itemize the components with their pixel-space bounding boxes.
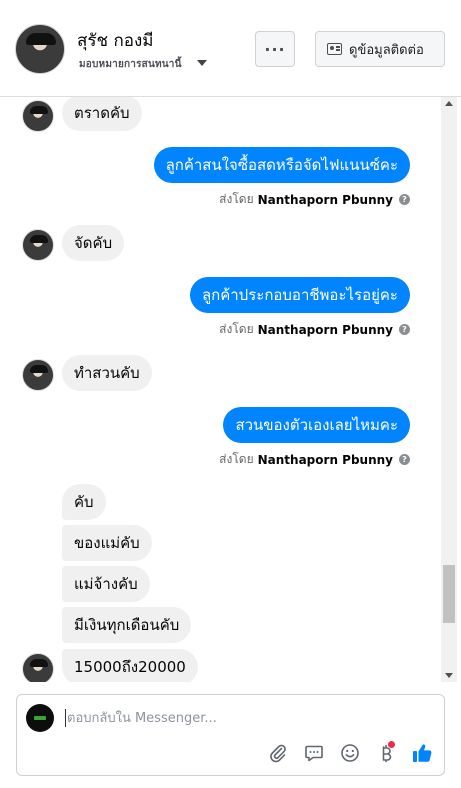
assign-conversation-label[interactable]: มอบหมายการสนทนานี้ [79,57,182,72]
incoming-message: จัดคับ [62,225,125,261]
saved-reply-icon[interactable] [303,742,325,764]
help-icon[interactable]: ? [399,454,410,465]
scroll-down-icon[interactable] [445,673,453,678]
attach-icon[interactable] [267,742,289,764]
customer-avatar-small[interactable] [22,100,54,132]
thumbs-up-icon[interactable] [411,742,433,764]
outgoing-message: ลูกค้าสนใจซื้อสดหรือจัดไฟแนนซ์คะ [153,147,410,183]
sender-name: Nanthaporn Pbunny [257,322,393,337]
incoming-message: มีเงินทุกเดือนคับ [62,607,192,643]
customer-avatar-small[interactable] [22,359,54,391]
conversation-header: สุรัช กองมี มอบหมายการสนทนานี้ ··· ดูข้อ… [0,0,461,97]
customer-avatar[interactable] [15,24,65,74]
message-thread: ตราดคับ ลูกค้าสนใจซื้อสดหรือจัดไฟแนนซ์คะ… [0,97,441,682]
view-contact-label: ดูข้อมูลติดต่อ [349,42,424,58]
help-icon[interactable]: ? [399,324,410,335]
sender-name: Nanthaporn Pbunny [257,192,393,207]
emoji-icon[interactable] [339,742,361,764]
thread-scrollbar[interactable] [441,97,457,682]
reply-input[interactable] [65,709,425,727]
reply-composer [16,694,445,776]
scrollbar-thumb[interactable] [443,565,455,623]
customer-avatar-small[interactable] [22,653,54,682]
sent-by-prefix: ส่งโดย [219,322,254,336]
incoming-message: คับ [62,484,106,520]
chevron-down-icon[interactable] [197,60,207,66]
notification-dot [388,741,395,748]
customer-name[interactable]: สุรัช กองมี [77,27,153,54]
incoming-message: ตราดคับ [62,97,142,131]
sent-by-label: ส่งโดย Nanthaporn Pbunny ? [219,450,410,469]
page-avatar [26,704,54,732]
scroll-up-icon[interactable] [445,101,453,106]
sent-by-label: ส่งโดย Nanthaporn Pbunny ? [219,190,410,209]
outgoing-message: ลูกค้าประกอบอาชีพอะไรอยู่คะ [189,277,410,313]
more-options-button[interactable]: ··· [255,31,295,67]
outgoing-message: สวนของตัวเองเลยไหมคะ [223,407,410,443]
incoming-message: ของแม่คับ [62,525,152,561]
view-contact-button[interactable]: ดูข้อมูลติดต่อ [315,31,445,67]
incoming-message: ทำสวนคับ [62,355,152,391]
incoming-message: แม่จ้างคับ [62,566,150,602]
baht-payment-icon[interactable] [375,741,397,764]
incoming-message: 15000ถึง20000 [62,649,198,682]
contact-card-icon [327,43,342,55]
sender-name: Nanthaporn Pbunny [257,452,393,467]
sent-by-label: ส่งโดย Nanthaporn Pbunny ? [219,320,410,339]
help-icon[interactable]: ? [399,194,410,205]
sent-by-prefix: ส่งโดย [219,192,254,206]
sent-by-prefix: ส่งโดย [219,452,254,466]
customer-avatar-small[interactable] [22,229,54,261]
